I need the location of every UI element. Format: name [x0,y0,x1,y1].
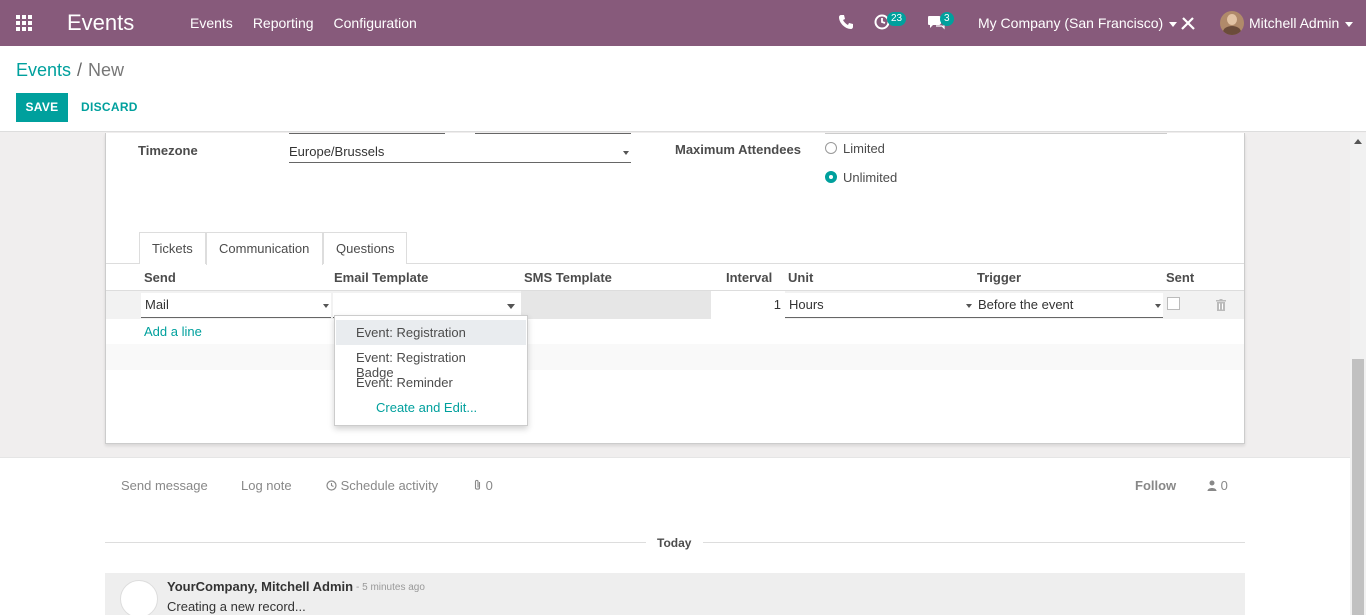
app-brand[interactable]: Events [67,10,134,36]
unit-value: Hours [789,297,824,312]
breadcrumb-parent[interactable]: Events [16,60,71,80]
caret-down-icon [623,151,629,155]
followers-button[interactable]: 0 [1207,478,1228,493]
attachments-count: 0 [485,478,493,493]
scroll-up-arrow-icon[interactable] [1354,139,1362,144]
paperclip-icon [474,479,481,490]
header-trigger[interactable]: Trigger [977,270,1021,285]
email-template-dropdown: Event: Registration Event: Registration … [334,315,528,426]
divider [703,542,1245,543]
caret-down-icon [507,304,515,309]
notebook-tabs: Tickets Communication Questions [106,232,1244,265]
form-content: Timezone Europe/Brussels Maximum Attende… [0,133,1350,615]
tab-tickets[interactable]: Tickets [139,232,206,264]
table-header: Send Email Template SMS Template Interva… [106,264,1244,291]
caret-down-icon [323,304,329,308]
message-avatar[interactable] [120,580,158,615]
user-menu[interactable]: Mitchell Admin [1249,15,1354,31]
follow-button[interactable]: Follow [1135,478,1176,493]
divider [105,542,646,543]
dropdown-create-and-edit[interactable]: Create and Edit... [336,395,526,420]
save-button[interactable]: SAVE [16,93,68,122]
attachments-button[interactable]: 0 [473,478,493,493]
header-sms-template[interactable]: SMS Template [524,270,612,285]
date-end-field[interactable] [475,133,631,134]
tab-questions[interactable]: Questions [323,232,407,264]
date-separator: Today [657,536,692,550]
unit-select[interactable]: Hours [785,293,974,318]
followers-count: 0 [1220,478,1228,493]
dropdown-item-reminder[interactable]: Event: Reminder [336,370,526,395]
discard-button[interactable]: DISCARD [81,100,138,114]
trigger-select[interactable]: Before the event [974,293,1163,318]
send-select[interactable]: Mail [141,293,331,318]
header-send[interactable]: Send [144,270,176,285]
message-body: Creating a new record... [167,599,306,614]
interval-input[interactable]: 1 [711,291,785,319]
unlimited-radio[interactable] [825,171,837,183]
caret-down-icon [966,304,972,308]
activity-count-badge: 23 [887,12,907,26]
debug-tools-icon[interactable] [1180,15,1196,31]
phone-icon[interactable] [838,14,854,30]
scrollbar[interactable] [1350,133,1366,615]
chatter: Send message Log note Schedule activity … [0,457,1350,615]
max-attendees-label: Maximum Attendees [675,142,801,157]
menu-item-configuration[interactable]: Configuration [334,15,417,31]
sms-template-cell [521,291,711,319]
date-begin-field[interactable] [289,133,445,134]
message-author[interactable]: YourCompany, Mitchell Admin [167,579,353,594]
limited-radio[interactable] [825,142,837,154]
breadcrumb-current: New [88,60,125,80]
menu-item-reporting[interactable]: Reporting [253,15,314,31]
header-unit[interactable]: Unit [788,270,813,285]
top-navbar: Events Events Reporting Configuration 23… [0,0,1366,46]
message-time: - 5 minutes ago [356,582,425,593]
main-menu: Events Reporting Configuration [190,15,417,31]
tab-communication[interactable]: Communication [206,232,323,265]
sent-checkbox[interactable] [1167,297,1180,310]
unlimited-label: Unlimited [843,170,898,185]
user-icon [1207,480,1217,491]
log-note-button[interactable]: Log note [241,478,292,493]
table-row [106,344,1244,370]
schedule-activity-button[interactable]: Schedule activity [326,478,438,493]
timezone-select[interactable]: Europe/Brussels [289,140,631,163]
chevron-down-icon [1345,21,1354,27]
seats-field[interactable] [825,133,1167,134]
header-interval[interactable]: Interval [726,270,772,285]
add-line-link[interactable]: Add a line [144,324,202,339]
trigger-value: Before the event [978,297,1074,312]
apps-grid-icon[interactable] [16,15,34,31]
clock-icon [326,480,337,491]
timezone-value: Europe/Brussels [289,144,385,159]
trash-icon[interactable] [1216,299,1226,311]
user-name: Mitchell Admin [1249,15,1340,31]
company-switcher[interactable]: My Company (San Francisco) [978,15,1178,31]
caret-down-icon [1155,304,1161,308]
send-value: Mail [145,297,169,312]
dropdown-item-registration[interactable]: Event: Registration [336,320,526,345]
control-panel: Events / New SAVE DISCARD [0,46,1366,132]
header-email-template[interactable]: Email Template [334,270,428,285]
breadcrumb: Events / New [16,60,124,81]
scroll-thumb[interactable] [1352,359,1364,615]
header-sent[interactable]: Sent [1166,270,1194,285]
menu-item-events[interactable]: Events [190,15,233,31]
chat-count-badge: 3 [940,12,954,26]
chevron-down-icon [1169,21,1178,27]
chatter-message: YourCompany, Mitchell Admin - 5 minutes … [105,573,1245,615]
table-row: Mail 1 Hours Before the event [106,291,1244,319]
dropdown-item-registration-badge[interactable]: Event: Registration Badge [336,345,526,380]
send-message-button[interactable]: Send message [121,478,208,493]
limited-label: Limited [843,141,885,156]
timezone-label: Timezone [138,143,198,158]
company-name: My Company (San Francisco) [978,15,1164,31]
user-avatar[interactable] [1220,11,1244,35]
breadcrumb-separator: / [77,60,83,80]
form-sheet: Timezone Europe/Brussels Maximum Attende… [105,133,1245,444]
schedule-activity-label: Schedule activity [340,478,439,493]
